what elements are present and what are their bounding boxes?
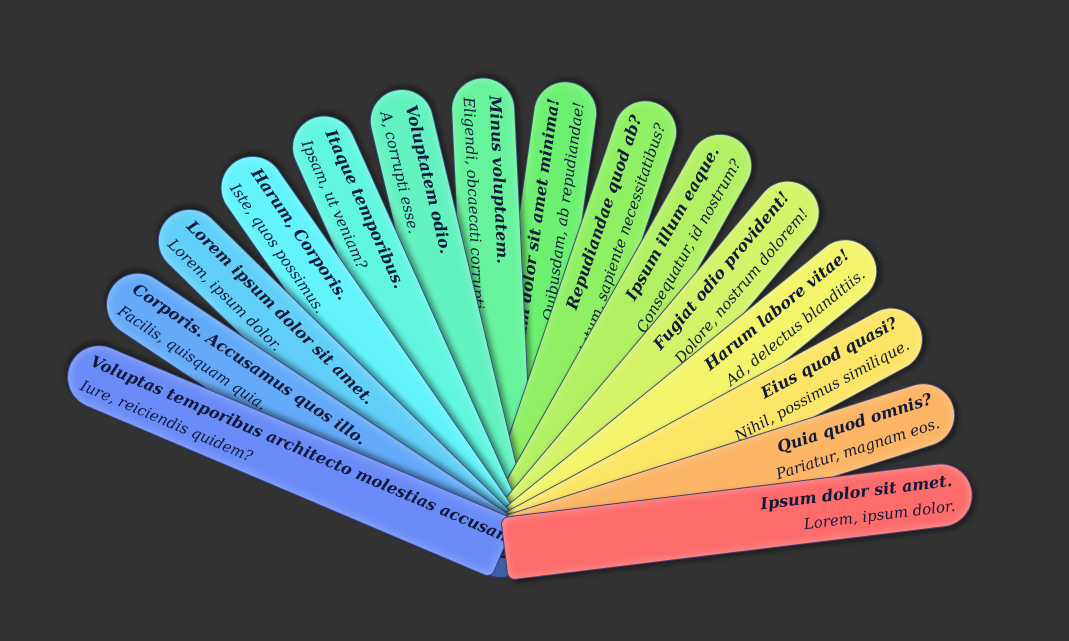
color-fan: Voluptas temporibus architecto molestias…	[0, 0, 1069, 641]
blade-title: Minus voluptatem.	[485, 95, 513, 265]
